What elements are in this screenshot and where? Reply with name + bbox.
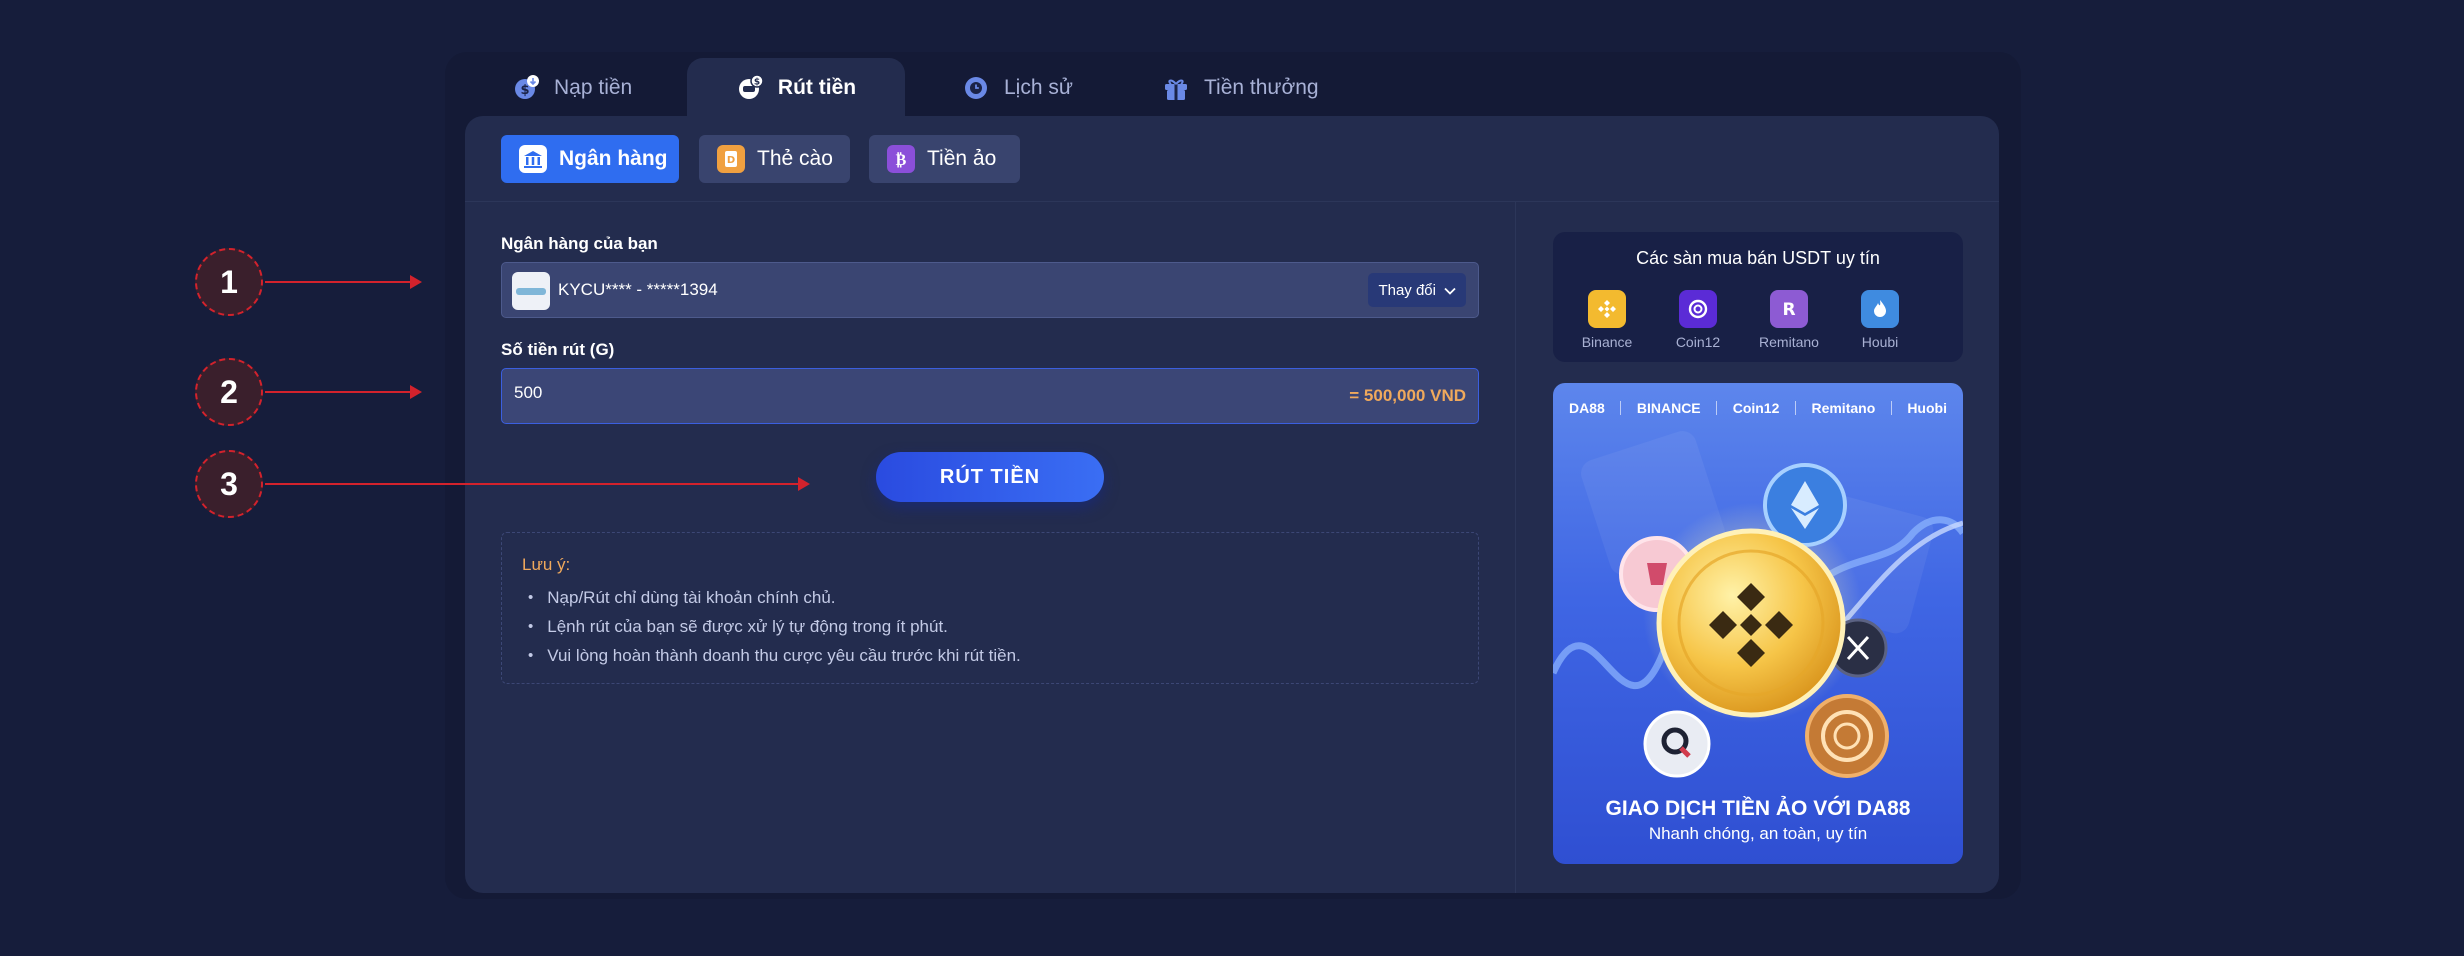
tab-history-label: Lịch sử xyxy=(1004,76,1073,99)
exchange-name: Coin12 xyxy=(1675,334,1721,350)
note-text: Vui lòng hoàn thành doanh thu cược yêu c… xyxy=(547,646,1021,665)
binance-logo: BINANCE xyxy=(1636,400,1701,416)
remitano-logo: Remitano xyxy=(1811,400,1876,416)
annotation-marker-2: 2 xyxy=(195,358,263,426)
svg-text:D: D xyxy=(727,155,735,166)
note-text: Lệnh rút của bạn sẽ được xử lý tự động t… xyxy=(547,617,948,636)
exchange-huobi[interactable]: Houbi xyxy=(1840,290,1920,350)
tab-withdraw[interactable]: $ Rút tiền xyxy=(687,58,905,118)
tab-deposit[interactable]: $ Nạp tiền xyxy=(512,58,652,118)
subtab-scratch-card-label: Thẻ cào xyxy=(757,147,833,170)
divider xyxy=(1620,401,1622,415)
bank-logo-icon xyxy=(512,272,550,310)
subtab-bank[interactable]: Ngân hàng xyxy=(501,135,679,183)
note-box: Lưu ý: Nạp/Rút chỉ dùng tài khoản chính … xyxy=(501,532,1479,684)
clock-history-icon xyxy=(962,74,990,102)
remitano-icon: R xyxy=(1770,290,1808,328)
gift-icon xyxy=(1162,74,1190,102)
divider xyxy=(1515,202,1516,893)
annotation-marker-3: 3 xyxy=(195,450,263,518)
tab-history[interactable]: Lịch sử xyxy=(962,58,1092,118)
tab-bonus-label: Tiền thưởng xyxy=(1204,76,1319,99)
arrow-head-icon xyxy=(410,385,422,399)
da88-logo: DA88 xyxy=(1569,400,1605,416)
partner-logos: DA88 BINANCE Coin12 Remitano Huobi xyxy=(1569,400,1947,416)
note-text: Nạp/Rút chỉ dùng tài khoản chính chủ. xyxy=(547,588,836,607)
withdraw-coin-icon: $ xyxy=(736,74,764,102)
subtab-crypto[interactable]: ₿ Tiền ảo xyxy=(869,135,1020,183)
banner-title: GIAO DỊCH TIỀN ẢO VỚI DA88 xyxy=(1605,797,1911,820)
svg-text:R: R xyxy=(1782,300,1795,320)
exchange-binance[interactable]: Binance xyxy=(1567,290,1647,350)
change-bank-label: Thay đổi xyxy=(1378,281,1436,299)
amount-field[interactable]: = 500,000 VND xyxy=(501,368,1479,424)
list-item: Vui lòng hoàn thành doanh thu cược yêu c… xyxy=(528,641,1021,670)
divider xyxy=(465,201,1999,202)
subtab-bank-label: Ngân hàng xyxy=(559,147,668,170)
annotation-arrow xyxy=(265,483,800,485)
svg-text:₿: ₿ xyxy=(896,150,907,169)
note-title: Lưu ý: xyxy=(522,555,571,574)
tab-withdraw-label: Rút tiền xyxy=(777,76,857,99)
bank-account-select[interactable]: KYCU**** - *****1394 Thay đổi xyxy=(501,262,1479,318)
exchange-remitano[interactable]: R Remitano xyxy=(1749,290,1829,350)
change-bank-button[interactable]: Thay đổi xyxy=(1368,273,1466,307)
tab-bonus[interactable]: Tiền thưởng xyxy=(1162,58,1342,118)
exchange-coin12[interactable]: Coin12 xyxy=(1658,290,1738,350)
crypto-coins-illustration xyxy=(1553,431,1963,778)
withdraw-submit-button[interactable]: RÚT TIỀN xyxy=(876,452,1104,502)
arrow-head-icon xyxy=(410,275,422,289)
subtab-crypto-label: Tiền ảo xyxy=(927,147,997,170)
coin12-logo: Coin12 xyxy=(1732,400,1780,416)
huobi-logo: Huobi xyxy=(1907,400,1947,416)
annotation-arrow xyxy=(265,391,412,393)
promo-banner[interactable]: DA88 BINANCE Coin12 Remitano Huobi GIAO … xyxy=(1553,383,1963,864)
scratch-card-icon: D xyxy=(717,145,745,173)
bank-account-text: KYCU**** - *****1394 xyxy=(558,280,718,299)
exchange-name: Remitano xyxy=(1759,334,1819,350)
subtab-scratch-card[interactable]: D Thẻ cào xyxy=(699,135,850,183)
list-item: Lệnh rút của bạn sẽ được xử lý tự động t… xyxy=(528,612,1021,641)
tab-deposit-label: Nạp tiền xyxy=(554,76,633,99)
list-item: Nạp/Rút chỉ dùng tài khoản chính chủ. xyxy=(528,583,1021,612)
exchange-name: Houbi xyxy=(1861,334,1899,350)
banner-subtitle: Nhanh chóng, an toàn, uy tín xyxy=(1648,824,1868,843)
deposit-coin-icon: $ xyxy=(512,74,540,102)
coin12-icon xyxy=(1679,290,1717,328)
divider xyxy=(1890,401,1892,415)
binance-icon xyxy=(1588,290,1626,328)
amount-input[interactable] xyxy=(514,383,1114,403)
huobi-icon xyxy=(1861,290,1899,328)
annotation-marker-1: 1 xyxy=(195,248,263,316)
bank-label: Ngân hàng của bạn xyxy=(501,234,658,253)
svg-text:$: $ xyxy=(520,83,529,98)
bitcoin-icon: ₿ xyxy=(887,145,915,173)
svg-text:$: $ xyxy=(754,78,760,88)
arrow-head-icon xyxy=(798,477,810,491)
note-list: Nạp/Rút chỉ dùng tài khoản chính chủ. Lệ… xyxy=(528,583,1021,670)
exchanges-card: Các sàn mua bán USDT uy tín Binance Coin… xyxy=(1553,232,1963,362)
exchanges-title: Các sàn mua bán USDT uy tín xyxy=(1636,248,1880,268)
chevron-down-icon xyxy=(1444,282,1456,299)
exchange-name: Binance xyxy=(1581,334,1633,350)
annotation-arrow xyxy=(265,281,412,283)
amount-label: Số tiền rút (G) xyxy=(501,340,615,359)
divider xyxy=(1794,401,1796,415)
bank-icon xyxy=(519,145,547,173)
conversion-value: = 500,000 VND xyxy=(1349,386,1466,405)
divider xyxy=(1716,401,1718,415)
